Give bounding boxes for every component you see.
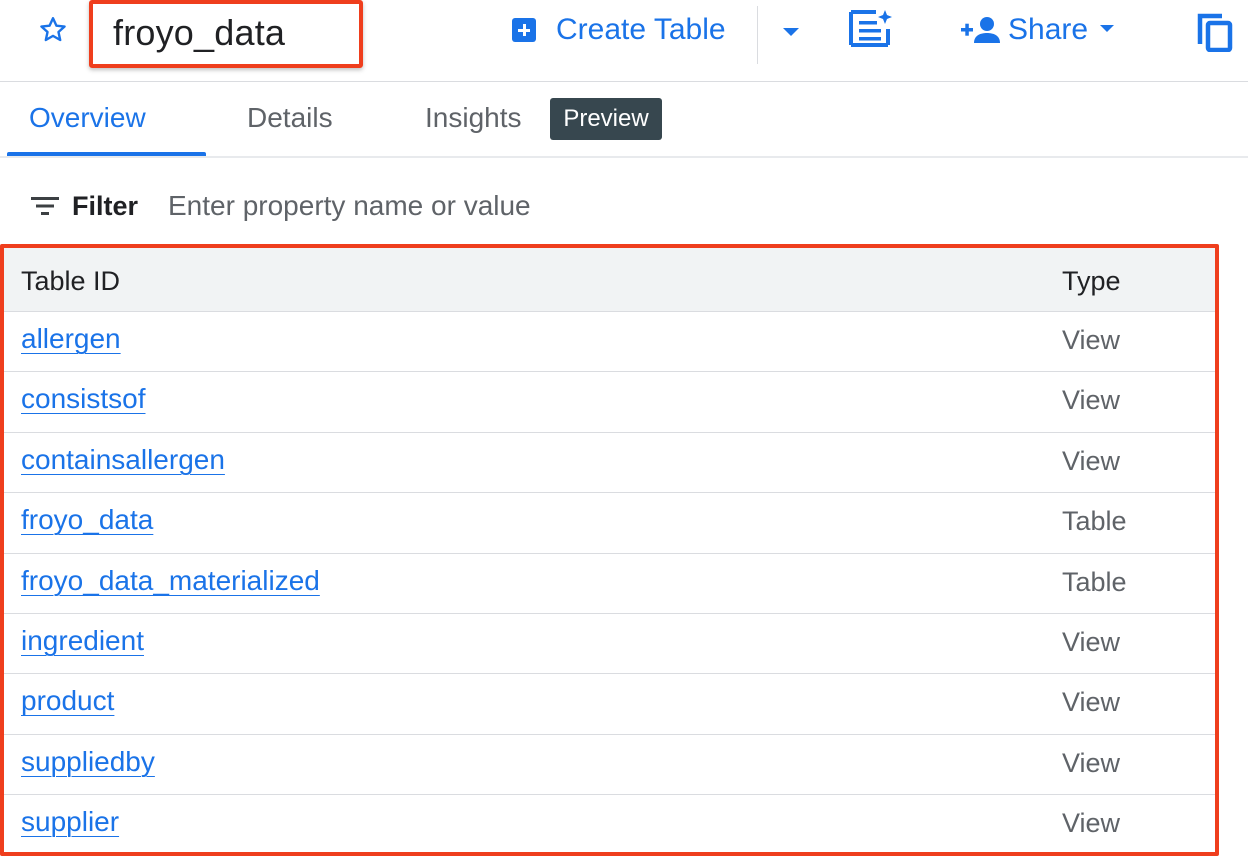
table-header: Table ID Type [4, 248, 1215, 312]
column-header-table-id[interactable]: Table ID [21, 266, 120, 297]
table-id-link[interactable]: product [21, 685, 114, 717]
create-table-label: Create Table [556, 13, 726, 46]
share-label: Share [1008, 13, 1089, 46]
table-type: View [1062, 808, 1121, 839]
table-row: froyo_data Table [4, 493, 1215, 554]
person-add-icon [961, 17, 1000, 43]
table-id-link[interactable]: froyo_data_materialized [21, 565, 320, 597]
table-id-link[interactable]: consistsof [21, 383, 146, 415]
tables-list-highlight: Table ID Type allergen View consistsof V… [0, 244, 1219, 856]
table-id-link[interactable]: froyo_data [21, 504, 153, 536]
table-type: View [1062, 325, 1121, 355]
dataset-title: froyo_data [113, 12, 286, 53]
chevron-down-icon[interactable] [776, 22, 806, 42]
filter-bar: Filter [0, 168, 1248, 246]
star-icon[interactable] [37, 14, 69, 46]
preview-badge: Preview [550, 98, 662, 140]
create-table-button[interactable]: Create Table [512, 8, 726, 52]
table-type: View [1062, 385, 1121, 416]
share-button[interactable]: Share [960, 8, 1116, 52]
table-row: containsallergen View [4, 433, 1215, 494]
chevron-down-icon [1100, 25, 1116, 35]
table-type: View [1062, 747, 1121, 778]
tab-overview[interactable]: Overview [29, 102, 146, 134]
dataset-page: froyo_data Create Table Share Overview D… [0, 0, 1248, 857]
filter-label: Filter [72, 191, 139, 221]
table-id-link[interactable]: containsallergen [21, 444, 225, 476]
query-icon[interactable] [848, 9, 894, 49]
table-type: View [1062, 626, 1121, 657]
table-row: ingredient View [4, 614, 1215, 675]
tab-details[interactable]: Details [247, 102, 333, 134]
table-type: View [1062, 445, 1121, 476]
table-id-link[interactable]: supplier [21, 806, 119, 838]
table-row: froyo_data_materialized Table [4, 554, 1215, 614]
dataset-header: froyo_data Create Table Share [0, 0, 1248, 82]
table-row: suppliedby View [4, 735, 1215, 796]
copy-icon[interactable] [1196, 12, 1236, 52]
table-type: Table [1062, 506, 1127, 537]
table-row: allergen View [4, 312, 1215, 373]
active-tab-indicator [7, 152, 206, 156]
table-id-link[interactable]: allergen [21, 323, 121, 355]
column-header-type[interactable]: Type [1062, 266, 1121, 297]
toolbar-divider [757, 6, 758, 64]
tab-bar: Overview Details Insights Preview [0, 82, 1248, 158]
table-type: Table [1062, 566, 1127, 597]
tab-insights[interactable]: Insights [425, 102, 522, 134]
table-id-link[interactable]: suppliedby [21, 746, 155, 778]
filter-input[interactable] [168, 186, 868, 226]
dataset-title-highlight: froyo_data [89, 0, 363, 68]
table-type: View [1062, 687, 1121, 718]
table-body: allergen View consistsof View containsal… [4, 312, 1215, 856]
add-box-icon [512, 18, 536, 42]
filter-icon[interactable] [30, 194, 60, 218]
table-row: consistsof View [4, 372, 1215, 433]
table-row: supplier View [4, 795, 1215, 855]
table-row: product View [4, 674, 1215, 735]
table-id-link[interactable]: ingredient [21, 625, 144, 657]
